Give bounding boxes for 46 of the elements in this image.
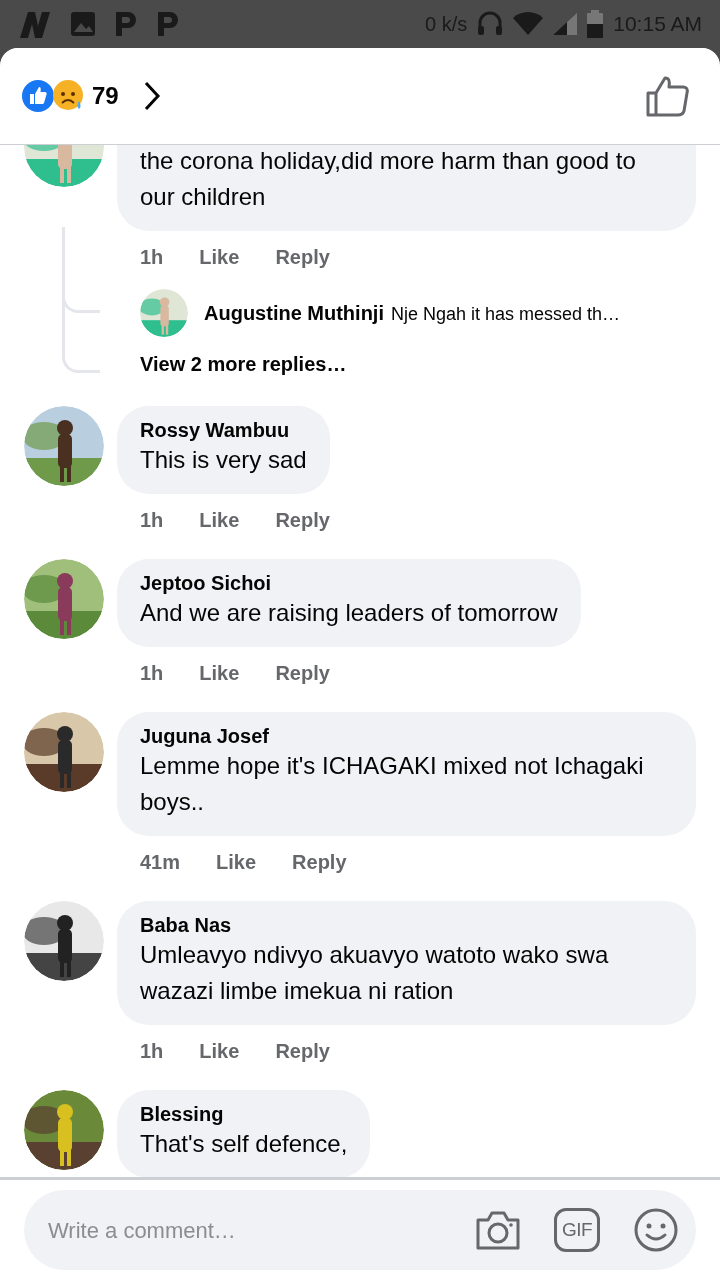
commenter-name[interactable]: Blessing [140, 1102, 348, 1126]
comment-text: That's self defence, [140, 1129, 348, 1159]
comment-text: This is very sad [140, 445, 307, 475]
chevron-right-icon[interactable] [142, 80, 161, 112]
comment-time: 1h [140, 508, 164, 533]
sad-reaction-icon [52, 79, 86, 113]
like-link[interactable]: Like [199, 504, 240, 536]
like-link[interactable]: Like [199, 1035, 240, 1067]
comment-text: Lemme hope it's ICHAGAKI mixed not Ichagaki boys.. [140, 751, 645, 817]
like-link[interactable]: Like [199, 241, 240, 273]
thumbs-up-icon[interactable] [646, 75, 690, 117]
reply-link[interactable]: Reply [275, 1035, 330, 1067]
wifi-icon [513, 12, 544, 36]
comment-time: 1h [140, 1039, 164, 1064]
like-reaction-icon [22, 80, 54, 112]
app-notification-icon [18, 10, 52, 38]
comment-text: the corona holiday,did more harm than good to our children [140, 146, 637, 212]
commenter-name[interactable]: Jeptoo Sichoi [140, 571, 558, 595]
reply-link[interactable]: Reply [275, 657, 330, 689]
app-notification-icon [114, 10, 138, 38]
battery-icon [587, 10, 604, 38]
reply-text: Nje Ngah it has messed th… [391, 303, 621, 326]
like-link[interactable]: Like [216, 846, 257, 878]
reply-link[interactable]: Reply [275, 241, 330, 273]
view-more-replies-link[interactable]: View 2 more replies… [140, 353, 347, 375]
headphones-icon [477, 10, 504, 38]
comment-field[interactable]: Write a comment… [48, 1213, 474, 1247]
comment-text: And we are raising leaders of tomorrow [140, 598, 558, 628]
comment-text: Umleavyo ndivyo akuavyo watoto wako swa wazazi limbe imekua ni ration [140, 940, 610, 1006]
reply-link[interactable]: Reply [292, 846, 347, 878]
like-link[interactable]: Like [199, 657, 240, 689]
app-notification-icon [156, 10, 180, 38]
comment-time: 1h [140, 661, 164, 686]
image-icon [70, 11, 96, 37]
commenter-name[interactable]: Baba Nas [140, 913, 673, 937]
reaction-count[interactable]: 79 [92, 78, 119, 114]
comment-input[interactable]: Write a comment… GIF [24, 1190, 696, 1270]
reply-link[interactable]: Reply [275, 504, 330, 536]
comment-time: 1h [140, 245, 164, 270]
commenter-name[interactable]: Juguna Josef [140, 724, 673, 748]
gif-button[interactable]: GIF [554, 1208, 600, 1252]
emoji-icon[interactable] [634, 1208, 678, 1252]
signal-icon [553, 13, 578, 35]
commenter-name[interactable]: Rossy Wambuu [140, 418, 307, 442]
reply-author[interactable]: Augustine Muthinji [204, 298, 384, 328]
comment-time: 41m [140, 850, 181, 875]
